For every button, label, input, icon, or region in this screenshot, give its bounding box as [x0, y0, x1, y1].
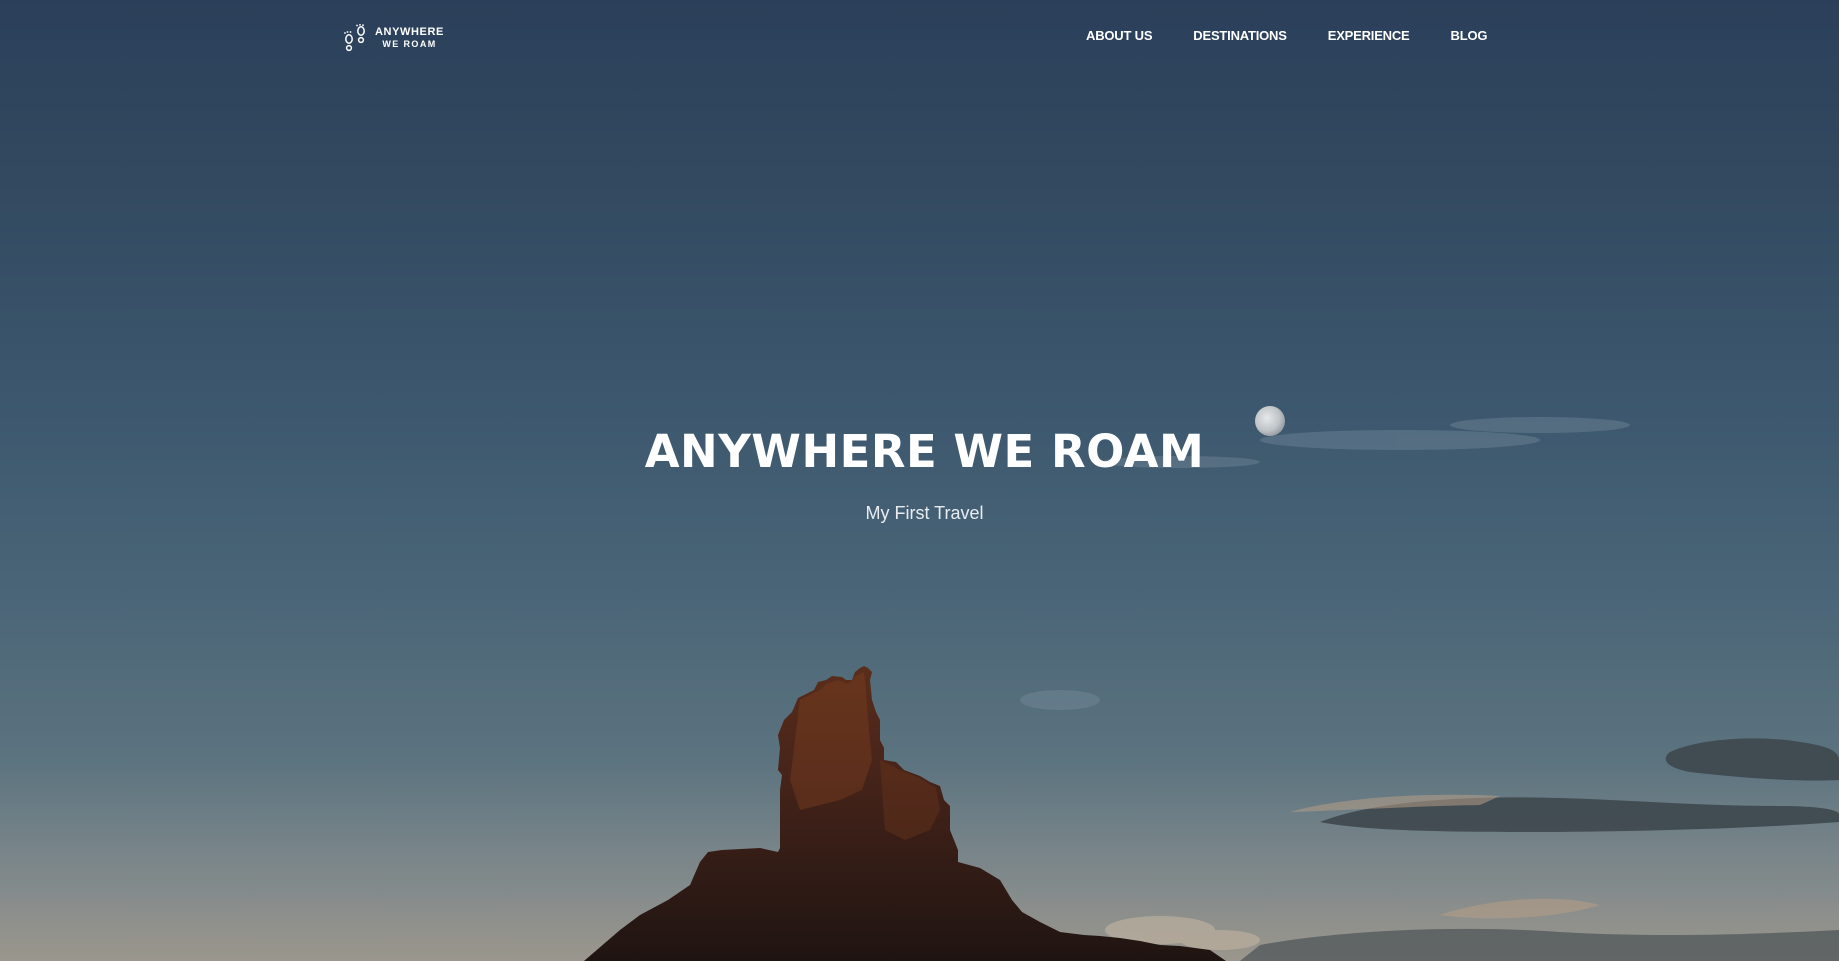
- nav-item-blog[interactable]: BLOG: [1451, 28, 1488, 43]
- brand-text: ANYWHERE WE ROAM: [375, 27, 444, 49]
- brand-name-line2: WE ROAM: [382, 39, 437, 49]
- hero-subtitle: My First Travel: [865, 503, 984, 523]
- nav-item-about-us[interactable]: ABOUT US: [1086, 28, 1152, 43]
- nav-item-destinations[interactable]: DESTINATIONS: [1193, 28, 1287, 43]
- hero-section: [0, 0, 1839, 961]
- brand-name-line1: ANYWHERE: [375, 26, 444, 38]
- hero-title: ANYWHERE WE ROAM: [644, 425, 1205, 478]
- nav-item-experience[interactable]: EXPERIENCE: [1328, 28, 1410, 43]
- footprints-icon: [344, 24, 365, 52]
- brand-logo[interactable]: ANYWHERE WE ROAM: [341, 24, 444, 52]
- hero-background-image: [0, 406, 1839, 961]
- main-navigation: ABOUT US DESTINATIONS EXPERIENCE BLOG: [1086, 28, 1487, 43]
- site-header: ANYWHERE WE ROAM ABOUT US DESTINATIONS E…: [0, 0, 1839, 74]
